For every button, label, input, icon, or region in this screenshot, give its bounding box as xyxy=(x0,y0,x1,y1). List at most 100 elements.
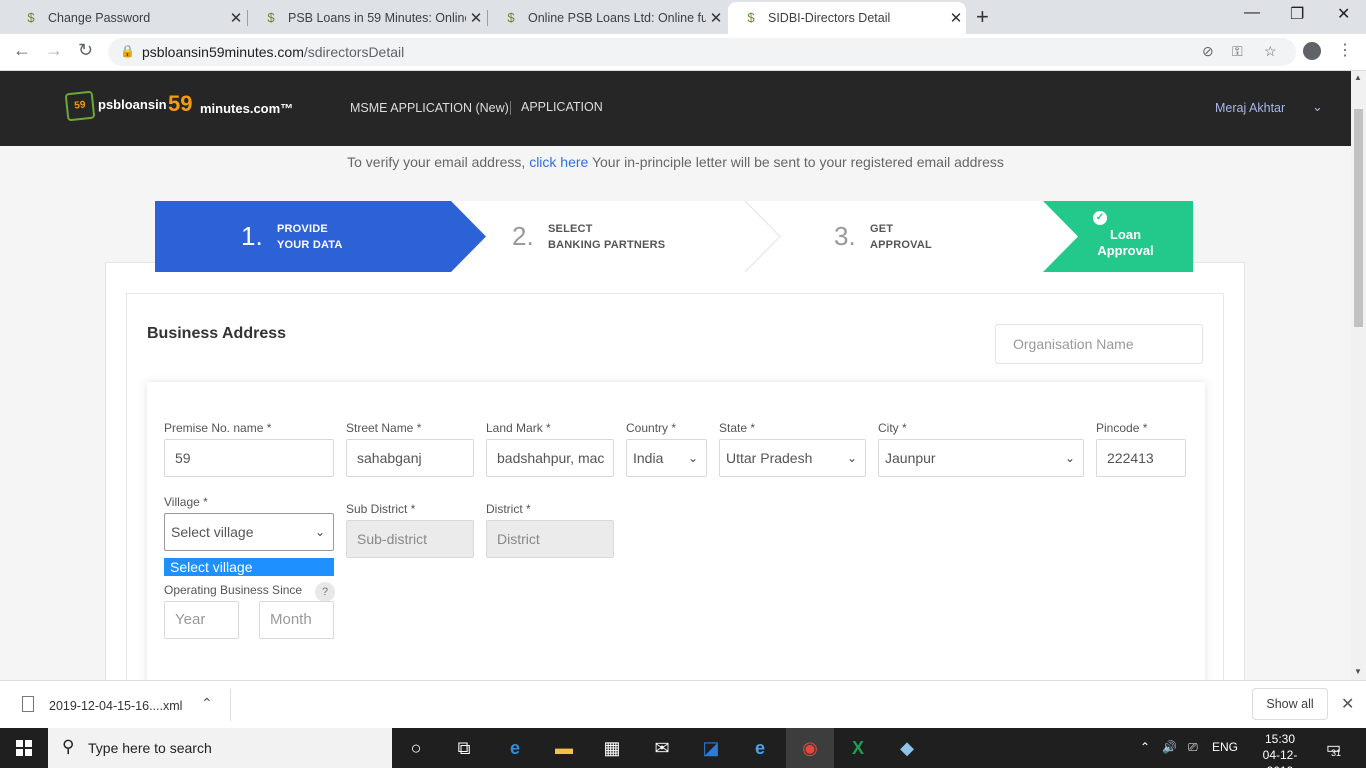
logo-number[interactable]: 59 xyxy=(168,91,192,117)
chevron-down-icon: ⌄ xyxy=(1064,451,1075,465)
key-icon[interactable]: ⚿ xyxy=(1232,43,1243,60)
country-select[interactable]: India ⌄ xyxy=(626,439,707,477)
internet-explorer-icon[interactable]: e xyxy=(748,736,772,760)
file-icon xyxy=(22,696,34,712)
landmark-label: Land Mark * xyxy=(486,421,551,435)
organisation-name-input[interactable]: Organisation Name xyxy=(995,324,1203,364)
chrome-icon[interactable]: ◉ xyxy=(798,736,822,760)
close-download-bar-icon[interactable]: ✕ xyxy=(1341,694,1354,714)
close-window-icon[interactable]: ✕ xyxy=(1337,4,1350,24)
user-name[interactable]: Meraj Akhtar xyxy=(1215,101,1285,115)
back-icon[interactable]: ← xyxy=(13,40,31,61)
section-title: Business Address xyxy=(147,325,287,342)
download-filename[interactable]: 2019-12-04-15-16....xml xyxy=(49,699,182,713)
browser-toolbar: ← → ↻ 🔒 psbloansin59minutes.com/sdirecto… xyxy=(0,34,1366,71)
browser-menu-icon[interactable]: ⋮ xyxy=(1337,40,1353,60)
tab-title: Online PSB Loans Ltd: Online fun xyxy=(528,11,706,25)
bookmark-star-icon[interactable]: ☆ xyxy=(1264,43,1277,60)
logo-text[interactable]: psbloansin xyxy=(98,97,167,112)
task-view-icon[interactable]: ⧉ xyxy=(452,736,476,760)
edge-icon[interactable]: e xyxy=(503,736,527,760)
chevron-down-icon[interactable]: ⌄ xyxy=(1312,99,1323,115)
premise-label: Premise No. name * xyxy=(164,421,272,435)
chevron-down-icon: ⌄ xyxy=(846,451,857,465)
reload-icon[interactable]: ↻ xyxy=(78,40,93,61)
village-select[interactable]: Select village ⌄ xyxy=(164,513,334,551)
cortana-icon[interactable]: ○ xyxy=(404,736,428,760)
close-tab-icon[interactable]: ✕ xyxy=(466,9,486,27)
subdistrict-label: Sub District * xyxy=(346,502,416,516)
language-indicator[interactable]: ENG xyxy=(1212,740,1238,754)
step-provide-your-data: 1. PROVIDE YOUR DATA xyxy=(155,201,486,272)
minimize-icon[interactable]: — xyxy=(1244,4,1260,22)
site-favicon-icon: $ xyxy=(267,10,275,25)
village-option-selected[interactable]: Select village xyxy=(164,558,334,576)
year-input[interactable]: Year xyxy=(164,601,239,639)
outlook-icon[interactable]: ◪ xyxy=(699,736,723,760)
tab-sidbi-directors[interactable]: $ SIDBI-Directors Detail ✕ xyxy=(728,2,966,34)
scroll-down-icon[interactable]: ▼ xyxy=(1354,667,1362,676)
nav-application[interactable]: APPLICATION xyxy=(521,100,603,114)
state-label: State * xyxy=(719,421,756,435)
volume-icon[interactable]: 🔊 xyxy=(1162,740,1177,754)
country-label: Country * xyxy=(626,421,677,435)
tab-title: SIDBI-Directors Detail xyxy=(768,11,891,25)
tray-chevron-up-icon[interactable]: ⌃ xyxy=(1140,740,1150,754)
help-question-icon[interactable]: ? xyxy=(315,582,335,602)
excel-icon[interactable]: X xyxy=(846,736,870,760)
forward-icon[interactable]: → xyxy=(45,40,63,61)
windows-start-icon[interactable] xyxy=(16,740,32,756)
chevron-up-icon[interactable]: ⌃ xyxy=(201,695,213,712)
mail-icon[interactable]: ✉ xyxy=(650,736,674,760)
progress-stepper: 2. SELECT BANKING PARTNERS 3. GET APPROVAL… xyxy=(155,201,1193,272)
profile-avatar-icon[interactable] xyxy=(1303,42,1321,60)
landmark-input[interactable]: badshahpur, mac xyxy=(486,439,614,477)
download-separator xyxy=(230,689,231,721)
new-tab-icon[interactable]: + xyxy=(976,4,989,30)
scrollbar-thumb[interactable] xyxy=(1354,109,1363,327)
close-tab-icon[interactable]: ✕ xyxy=(226,9,246,27)
store-icon[interactable]: ▦ xyxy=(600,736,624,760)
step-select-banking-partners: 2. SELECT BANKING PARTNERS xyxy=(451,201,781,272)
tab-online-psb[interactable]: $ Online PSB Loans Ltd: Online fun ✕ xyxy=(488,2,726,34)
site-favicon-icon: $ xyxy=(747,10,755,25)
business-address-card: Business Address Organisation Name Premi… xyxy=(126,293,1224,680)
blocked-content-icon[interactable]: ⊘ xyxy=(1202,43,1214,60)
tab-psb-loans[interactable]: $ PSB Loans in 59 Minutes: Online ✕ xyxy=(248,2,486,34)
month-input[interactable]: Month xyxy=(259,601,334,639)
show-all-button[interactable]: Show all xyxy=(1252,688,1328,720)
tab-change-password[interactable]: $ Change Password ✕ xyxy=(8,2,246,34)
nav-msme-application[interactable]: MSME APPLICATION (New) xyxy=(350,101,509,115)
logo-suffix[interactable]: minutes.com™ xyxy=(200,101,293,116)
street-label: Street Name * xyxy=(346,421,422,435)
file-explorer-icon[interactable]: ▬ xyxy=(552,736,576,760)
verify-email-link[interactable]: click here xyxy=(529,154,588,170)
city-select[interactable]: Jaunpur ⌄ xyxy=(878,439,1084,477)
url-text: psbloansin59minutes.com/sdirectorsDetail xyxy=(142,44,405,60)
pincode-input[interactable]: 222413 xyxy=(1096,439,1186,477)
site-header: 59 psbloansin 59 minutes.com™ MSME APPLI… xyxy=(0,71,1351,146)
maximize-icon[interactable]: ❐ xyxy=(1290,4,1304,24)
close-tab-icon[interactable]: ✕ xyxy=(946,9,966,27)
district-input: District xyxy=(486,520,614,558)
state-select[interactable]: Uttar Pradesh ⌄ xyxy=(719,439,866,477)
premise-input[interactable]: 59 xyxy=(164,439,334,477)
subdistrict-input: Sub-district xyxy=(346,520,474,558)
close-tab-icon[interactable]: ✕ xyxy=(706,9,726,27)
taskbar-search-box[interactable]: ⚲ Type here to search xyxy=(48,728,392,768)
network-icon[interactable]: ⎚ xyxy=(1188,740,1198,755)
site-favicon-icon: $ xyxy=(27,10,35,25)
page-content: To verify your email address, click here… xyxy=(0,146,1351,680)
tab-title: Change Password xyxy=(48,11,151,25)
step-divider-chevron xyxy=(745,201,781,272)
app-icon[interactable]: ◆ xyxy=(895,736,919,760)
street-name-input[interactable]: sahabganj xyxy=(346,439,474,477)
scroll-up-icon[interactable]: ▲ xyxy=(1354,73,1362,82)
check-circle-icon: ✓ xyxy=(1093,211,1107,225)
page-scrollbar[interactable]: ▲ ▼ xyxy=(1351,71,1366,680)
logo-badge[interactable]: 59 xyxy=(64,90,96,122)
address-bar[interactable]: 🔒 psbloansin59minutes.com/sdirectorsDeta… xyxy=(108,38,1296,66)
lock-icon: 🔒 xyxy=(120,44,135,58)
pincode-label: Pincode * xyxy=(1096,421,1148,435)
taskbar-clock[interactable]: 15:30 04-12-2019 xyxy=(1250,731,1310,779)
